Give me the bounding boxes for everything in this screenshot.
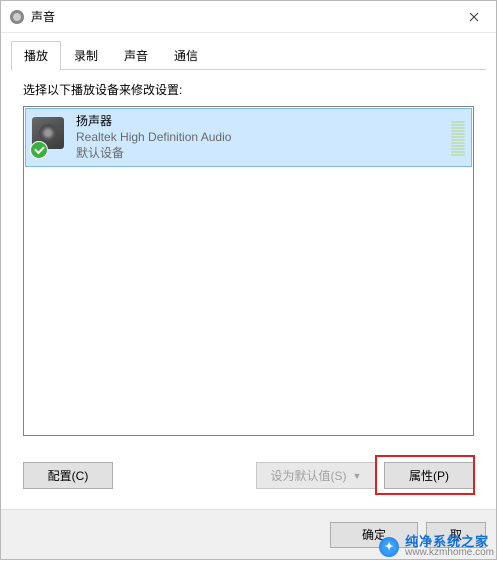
window-title: 声音	[31, 8, 451, 25]
tab-sounds[interactable]: 声音	[111, 41, 161, 71]
configure-button[interactable]: 配置(C)	[23, 462, 113, 489]
tab-playback[interactable]: 播放	[11, 41, 61, 71]
device-name: 扬声器	[76, 113, 445, 129]
watermark-logo-icon: ✦	[379, 537, 399, 557]
chevron-down-icon: ▼	[353, 471, 362, 481]
device-text: 扬声器 Realtek High Definition Audio 默认设备	[76, 113, 445, 162]
device-description: Realtek High Definition Audio	[76, 129, 445, 145]
device-item-speakers[interactable]: 扬声器 Realtek High Definition Audio 默认设备	[25, 108, 472, 167]
speaker-icon	[32, 117, 68, 157]
tab-underline	[11, 69, 486, 70]
watermark-url: www.kzmhome.com	[405, 548, 494, 558]
tab-communications[interactable]: 通信	[161, 41, 211, 71]
tab-recording[interactable]: 录制	[61, 41, 111, 71]
titlebar: 声音	[1, 1, 496, 33]
device-listbox[interactable]: 扬声器 Realtek High Definition Audio 默认设备	[23, 106, 474, 436]
tab-strip: 播放 录制 声音 通信	[11, 41, 496, 71]
close-button[interactable]	[451, 1, 496, 32]
device-status: 默认设备	[76, 145, 445, 161]
watermark: ✦ 纯净系统之家 www.kzmhome.com	[379, 535, 494, 558]
sound-icon	[9, 9, 25, 25]
level-meter	[451, 116, 465, 158]
properties-button[interactable]: 属性(P)	[384, 462, 474, 489]
default-check-icon	[30, 141, 48, 159]
sound-dialog: 声音 播放 录制 声音 通信 选择以下播放设备来修改设置: 扬声器 Realte…	[0, 0, 497, 560]
set-default-label: 设为默认值(S)	[271, 467, 347, 484]
instruction-text: 选择以下播放设备来修改设置:	[23, 81, 474, 98]
set-default-button[interactable]: 设为默认值(S) ▼	[256, 462, 376, 489]
action-row: 配置(C) 设为默认值(S) ▼ 属性(P)	[23, 462, 474, 489]
tab-content: 选择以下播放设备来修改设置: 扬声器 Realtek High Definiti…	[23, 81, 474, 487]
